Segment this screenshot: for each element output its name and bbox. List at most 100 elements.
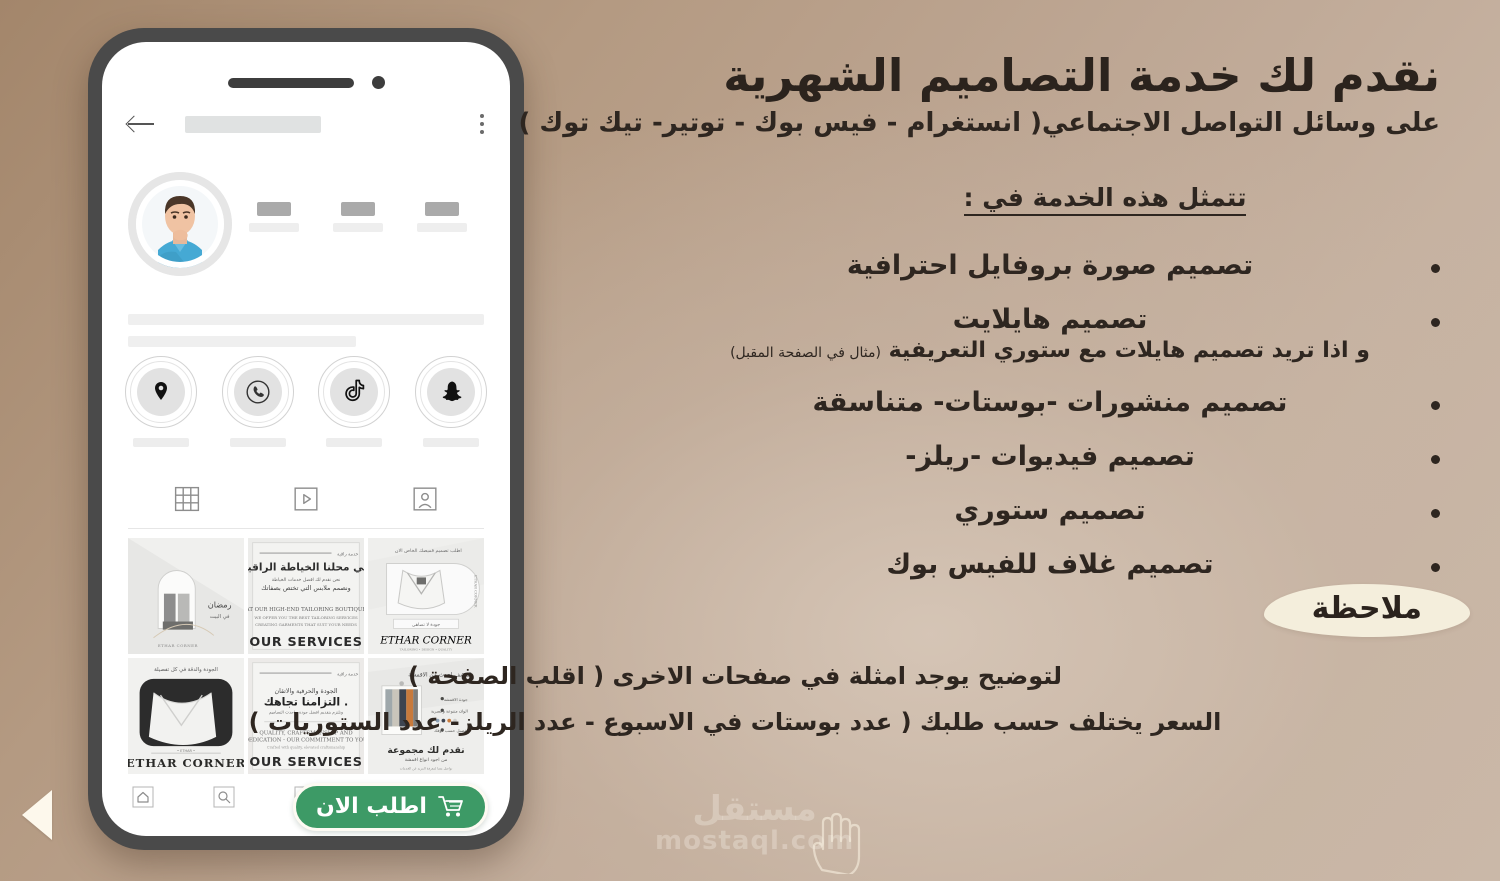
list-item-label: تصميم منشورات -بوستات- متناسقة — [812, 386, 1288, 418]
svg-text:خدمة راقية: خدمة راقية — [337, 551, 358, 557]
svg-text:ETHAR CORNER: ETHAR CORNER — [128, 756, 244, 770]
stat-posts — [249, 202, 299, 232]
tiktok-icon — [345, 379, 365, 402]
svg-text:في البيت: في البيت — [210, 614, 230, 620]
highlight-label — [133, 438, 189, 447]
prev-slide-arrow-icon[interactable] — [22, 790, 52, 840]
highlight-tiktok[interactable] — [315, 356, 393, 447]
phone-speaker — [227, 77, 354, 88]
page-title: نقدم لك خدمة التصاميم الشهرية — [723, 49, 1440, 102]
svg-text:ETHAR CORNER: ETHAR CORNER — [379, 635, 472, 647]
svg-text:OUR SERVICES: OUR SERVICES — [249, 755, 362, 770]
section-heading: تتمثل هذه الخدمة في : — [580, 182, 1440, 216]
tab-reels[interactable] — [293, 486, 319, 516]
bio-line — [128, 314, 484, 325]
stat-followers — [333, 202, 383, 232]
list-item-label: تصميم فيديوات -ريلز- — [905, 440, 1195, 472]
highlight-label — [422, 438, 479, 447]
svg-text:WE OFFER YOU THE BEST TAILORIN: WE OFFER YOU THE BEST TAILORING SERVICES — [254, 615, 358, 620]
svg-text:في محلنا الخياطة الراقية: في محلنا الخياطة الراقية — [248, 561, 364, 573]
post-shirt-collar: اطلب تصميم قميصك الخاص الان ETHAR CORNER… — [368, 538, 484, 654]
stat-label — [333, 223, 383, 232]
snapchat-icon — [442, 381, 462, 402]
footnotes: لتوضيح يوجد امثلة في صفحات الاخرى ( اقلب… — [30, 662, 1440, 754]
order-now-button[interactable]: اطلب الان — [293, 783, 488, 831]
avatar[interactable] — [128, 172, 232, 276]
list-item-subnote-paren: (مثال في الصفحة المقبل) — [730, 344, 881, 361]
post-interior-arch: رمضان في البيت ETHAR CORNER — [128, 538, 244, 654]
service-list: تصميم صورة بروفايل احترافية تصميم هايلاي… — [580, 251, 1440, 580]
svg-text:OUR SERVICES: OUR SERVICES — [249, 635, 362, 650]
svg-text:اطلب تصميم قميصك الخاص الان: اطلب تصميم قميصك الخاص الان — [395, 548, 462, 554]
note-badge: ملاحظة — [1263, 584, 1470, 637]
svg-text:CREATING GARMENTS THAT SUIT YO: CREATING GARMENTS THAT SUIT YOUR NEEDS — [255, 622, 357, 627]
highlight-label — [229, 438, 286, 447]
post-thumbnail[interactable]: اطلب تصميم قميصك الخاص الان ETHAR CORNER… — [368, 538, 484, 654]
profile-tabs — [128, 486, 484, 516]
svg-text:نحن نقدم لك افضل خدمات الخياطة: نحن نقدم لك افضل خدمات الخياطة — [272, 577, 341, 583]
reels-tab-icon — [294, 487, 318, 511]
list-item: تصميم فيديوات -ريلز- — [580, 440, 1440, 472]
list-item: تصميم هايلايت و اذا تريد تصميم هايلات مع… — [580, 303, 1440, 363]
highlight-snapchat[interactable] — [412, 356, 490, 447]
svg-text:تواصل معنا لمعرفة المزيد عن ال: تواصل معنا لمعرفة المزيد عن الخدمات — [400, 766, 453, 770]
list-item: تصميم صورة بروفايل احترافية — [580, 251, 1440, 280]
nav-search[interactable] — [212, 785, 236, 813]
page-subtitle: على وسائل التواصل الاجتماعي( انستغرام - … — [518, 107, 1440, 138]
profile-username-placeholder — [185, 115, 321, 133]
highlight-location[interactable] — [122, 356, 200, 447]
location-pin-icon — [155, 382, 167, 400]
profile-header — [102, 172, 510, 276]
section-heading-text: تتمثل هذه الخدمة في : — [963, 182, 1247, 216]
svg-text:ETHAR CORNER: ETHAR CORNER — [158, 643, 199, 648]
profile-stats — [232, 172, 484, 232]
order-now-label: اطلب الان — [316, 793, 427, 819]
app-bar — [102, 114, 510, 134]
post-thumbnail[interactable]: رمضان في البيت ETHAR CORNER — [128, 538, 244, 654]
highlight-label — [326, 438, 383, 447]
phone-camera — [371, 76, 385, 89]
story-highlights — [122, 356, 490, 447]
list-item-subnote: و اذا تريد تصميم هايلات مع ستوري التعريف… — [700, 337, 1400, 363]
footnote-pricing: السعر يختلف حسب طلبك ( عدد بوستات في الا… — [248, 708, 1222, 736]
tagged-tab-icon — [413, 487, 437, 511]
svg-text:ETHAR CORNER: ETHAR CORNER — [474, 575, 478, 608]
list-item: تصميم منشورات -بوستات- متناسقة — [580, 386, 1440, 418]
list-item-label: تصميم غلاف للفيس بوك — [886, 548, 1214, 580]
profile-bio-placeholder — [128, 314, 484, 358]
svg-text:من اجود انواع اقمشة: من اجود انواع اقمشة — [405, 757, 448, 763]
tab-grid[interactable] — [174, 486, 200, 516]
stat-following — [417, 202, 467, 232]
stat-value — [341, 202, 375, 216]
post-our-services-1: خدمة راقية في محلنا الخياطة الراقية نحن … — [248, 538, 364, 654]
avatar-photo-icon — [128, 172, 232, 276]
list-item-label: تصميم هايلايت — [952, 303, 1148, 335]
phone-icon — [246, 380, 270, 404]
list-item: تصميم غلاف للفيس بوك — [580, 548, 1440, 580]
stat-value — [425, 202, 459, 216]
post-thumbnail[interactable]: خدمة راقية في محلنا الخياطة الراقية نحن … — [248, 538, 364, 654]
home-icon — [132, 786, 154, 808]
highlight-phone[interactable] — [219, 356, 297, 447]
nav-home[interactable] — [131, 785, 155, 813]
stat-label — [249, 223, 299, 232]
shopping-cart-icon — [438, 796, 463, 817]
back-arrow-icon[interactable] — [128, 115, 154, 133]
search-icon — [213, 786, 235, 808]
kebab-menu-icon[interactable] — [480, 114, 484, 134]
phone-notch — [102, 76, 510, 89]
list-item: تصميم ستوري — [580, 496, 1440, 525]
footnote-examples: لتوضيح يوجد امثلة في صفحات الاخرى ( اقلب… — [407, 662, 1063, 690]
bio-line — [128, 336, 356, 347]
svg-text:رمضان: رمضان — [208, 600, 232, 610]
stat-label — [417, 223, 467, 232]
grid-tab-icon — [175, 486, 200, 512]
slide-canvas: رمضان في البيت ETHAR CORNER خدمة راقية ف… — [0, 0, 1500, 881]
tabs-divider — [128, 528, 484, 529]
svg-text:جودة لا تضاهى: جودة لا تضاهى — [412, 622, 440, 628]
stat-value — [257, 202, 291, 216]
svg-text:TAILORING • DESIGN • QUALITY: TAILORING • DESIGN • QUALITY — [400, 648, 453, 652]
tab-tagged[interactable] — [412, 486, 438, 516]
list-item-subnote-text: و اذا تريد تصميم هايلات مع ستوري التعريف… — [888, 337, 1370, 363]
svg-text:ونصمم ملابس التي تختص بصفاتك: ونصمم ملابس التي تختص بصفاتك — [261, 584, 351, 592]
